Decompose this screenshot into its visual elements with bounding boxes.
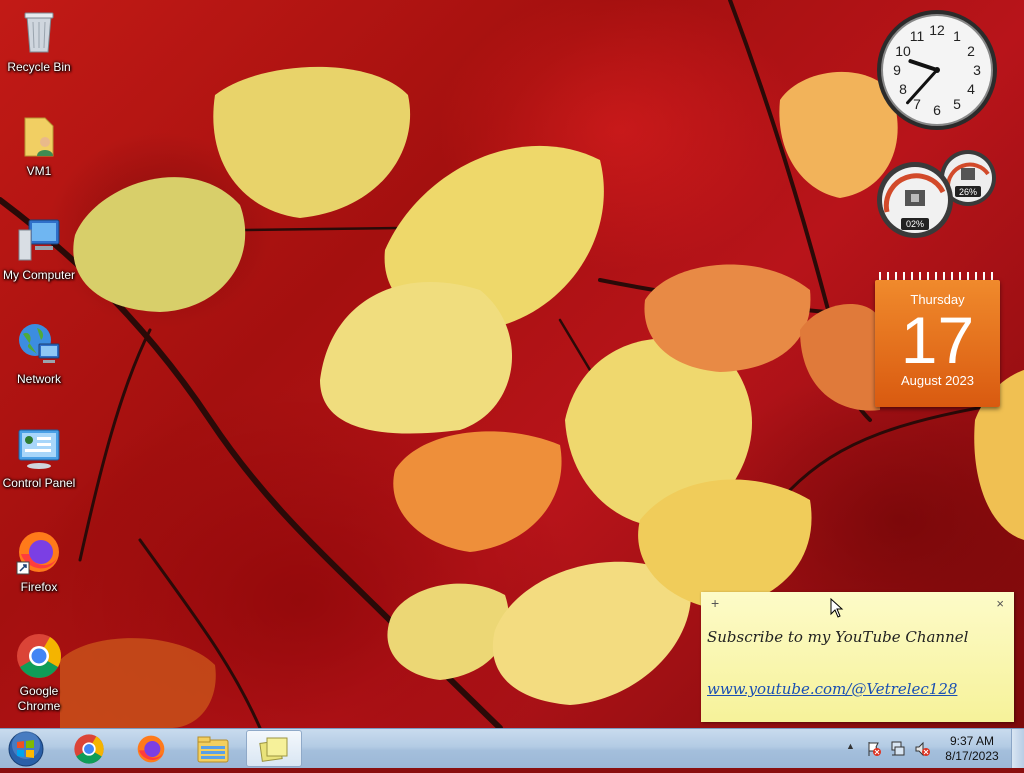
- close-note-button[interactable]: ×: [996, 596, 1004, 611]
- desktop-icon-label: My Computer: [2, 268, 76, 282]
- clock-gadget[interactable]: 12 1 2 345 678 9 10 11: [875, 8, 999, 132]
- start-button[interactable]: [4, 730, 48, 768]
- desktop-icon-google-chrome[interactable]: Google Chrome: [0, 632, 78, 714]
- user-folder-icon: [15, 112, 63, 160]
- cpu-usage: 02%: [906, 219, 924, 229]
- svg-text:11: 11: [910, 28, 925, 44]
- desktop-icon-label: Control Panel: [2, 476, 76, 490]
- add-note-button[interactable]: +: [711, 595, 719, 611]
- svg-text:4: 4: [967, 81, 975, 97]
- network-icon: [15, 320, 63, 368]
- svg-text:8: 8: [899, 81, 907, 97]
- taskbar-firefox[interactable]: [123, 730, 179, 767]
- taskbar-date: 8/17/2023: [945, 749, 999, 763]
- recycle-bin-icon: [15, 8, 63, 56]
- file-explorer-icon: [197, 736, 229, 762]
- desktop-icon-label: Recycle Bin: [7, 60, 71, 74]
- desktop-icon-control-panel[interactable]: Control Panel: [0, 424, 78, 491]
- calendar-day: 17: [900, 303, 975, 377]
- chrome-icon: [15, 632, 63, 680]
- taskbar: ▲ 9:37 AM 8/17/2023: [0, 728, 1024, 768]
- svg-text:3: 3: [973, 62, 981, 78]
- svg-text:2: 2: [967, 43, 975, 59]
- calendar-gadget[interactable]: Thursday 17 August 2023: [875, 272, 1000, 407]
- desktop-icon-vm1[interactable]: VM1: [0, 112, 78, 179]
- svg-text:12: 12: [929, 22, 945, 38]
- cpu-meter-gadget[interactable]: 26% 02%: [873, 146, 1001, 240]
- control-panel-icon: [15, 424, 63, 472]
- windows-orb-icon: [8, 731, 44, 767]
- desktop-icon-label: VM1: [26, 164, 52, 178]
- taskbar-file-explorer[interactable]: [185, 730, 241, 767]
- show-desktop-button[interactable]: [1011, 729, 1024, 768]
- show-hidden-icons-button[interactable]: ▲: [846, 741, 855, 751]
- desktop-icon-my-computer[interactable]: My Computer: [0, 216, 78, 283]
- mouse-cursor-icon: [830, 598, 844, 618]
- desktop-icon-firefox[interactable]: Firefox: [0, 528, 78, 595]
- svg-text:1: 1: [953, 28, 961, 44]
- svg-text:5: 5: [953, 96, 961, 112]
- taskbar-time: 9:37 AM: [949, 734, 995, 748]
- chrome-icon: [74, 733, 104, 764]
- calendar-page: Thursday 17 August 2023: [875, 280, 1000, 407]
- memory-usage: 26%: [959, 187, 977, 197]
- volume-muted-icon[interactable]: [914, 741, 930, 757]
- firefox-icon: [15, 528, 63, 576]
- action-center-flag-icon[interactable]: [866, 741, 882, 757]
- svg-text:7: 7: [913, 96, 921, 112]
- taskbar-sticky-notes[interactable]: [246, 730, 302, 767]
- sticky-note[interactable]: + × Subscribe to my YouTube Channel www.…: [701, 592, 1014, 722]
- sticky-notes-icon: [259, 737, 288, 762]
- svg-text:9: 9: [893, 62, 901, 78]
- computer-icon: [15, 216, 63, 264]
- taskbar-chrome[interactable]: [61, 730, 117, 767]
- desktop-icon-network[interactable]: Network: [0, 320, 78, 387]
- desktop-icon-label: Google Chrome: [17, 684, 61, 713]
- desktop-icon-recycle-bin[interactable]: Recycle Bin: [0, 8, 78, 75]
- taskbar-clock[interactable]: 9:37 AM 8/17/2023: [936, 734, 1008, 764]
- calendar-month-year: August 2023: [900, 373, 974, 388]
- sticky-note-link[interactable]: www.youtube.com/@Vetrelec128: [707, 680, 957, 698]
- desktop-icon-label: Firefox: [20, 580, 58, 594]
- desktop-icon-label: Network: [16, 372, 61, 386]
- svg-text:6: 6: [933, 102, 941, 118]
- sticky-note-text[interactable]: Subscribe to my YouTube Channel: [707, 628, 968, 646]
- sticky-note-titlebar[interactable]: + ×: [701, 592, 1014, 616]
- firefox-icon: [137, 735, 165, 762]
- svg-text:10: 10: [895, 43, 911, 59]
- network-tray-icon[interactable]: [890, 741, 906, 757]
